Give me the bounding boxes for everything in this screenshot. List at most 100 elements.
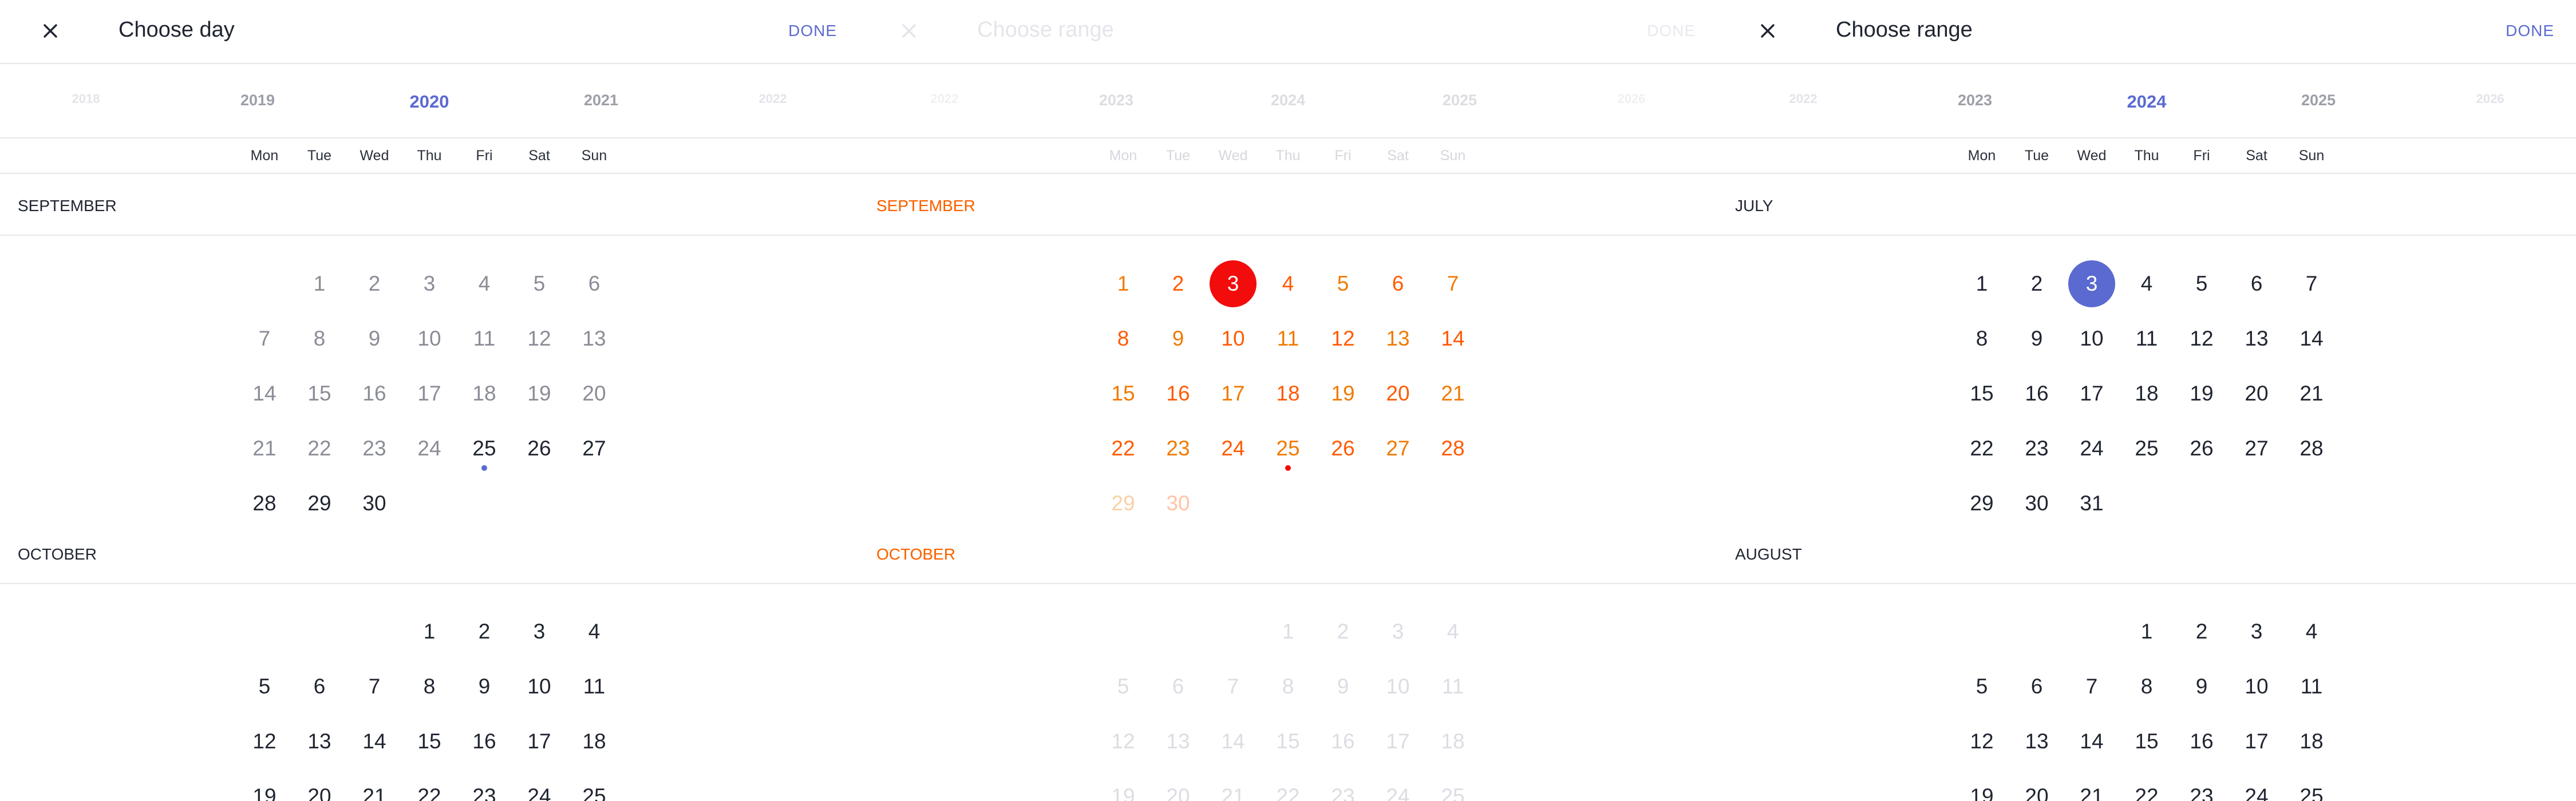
day-cell[interactable]: 12 <box>1317 313 1369 364</box>
day-cell[interactable]: 10 <box>404 313 455 364</box>
day-cell[interactable]: 8 <box>1956 313 2008 364</box>
day-cell[interactable]: 19 <box>1956 771 2008 801</box>
day-cell[interactable]: 8 <box>1262 661 1314 712</box>
day-cell[interactable]: 14 <box>2286 313 2337 364</box>
day-cell[interactable]: 11 <box>459 313 510 364</box>
day-cell[interactable]: 25 <box>2121 423 2172 474</box>
day-cell[interactable]: 23 <box>349 423 400 474</box>
year-option-2022[interactable]: 2022 <box>1757 92 1849 106</box>
day-cell[interactable]: 12 <box>513 313 565 364</box>
day-cell[interactable]: 6 <box>2231 258 2282 310</box>
day-cell[interactable]: 3 <box>1210 260 1257 307</box>
day-cell[interactable]: 22 <box>404 771 455 801</box>
day-cell[interactable]: 22 <box>1097 423 1149 474</box>
day-cell[interactable]: 20 <box>568 368 620 419</box>
day-cell[interactable]: 1 <box>294 258 345 310</box>
day-cell[interactable]: 15 <box>1097 368 1149 419</box>
year-option-2025[interactable]: 2025 <box>1414 92 1506 109</box>
day-cell[interactable]: 18 <box>1427 716 1479 767</box>
day-cell[interactable]: 16 <box>2011 368 2063 419</box>
day-cell[interactable]: 9 <box>2176 661 2227 712</box>
day-cell[interactable]: 10 <box>2231 661 2282 712</box>
day-cell[interactable]: 23 <box>2176 771 2227 801</box>
day-cell[interactable]: 6 <box>1152 661 1204 712</box>
day-cell[interactable]: 25 <box>459 423 510 474</box>
day-cell[interactable]: 4 <box>2121 258 2172 310</box>
day-cell[interactable]: 21 <box>349 771 400 801</box>
year-option-2022[interactable]: 2022 <box>899 92 990 106</box>
year-option-2026[interactable]: 2026 <box>1586 92 1677 106</box>
day-cell[interactable]: 1 <box>2121 606 2172 657</box>
day-cell[interactable]: 8 <box>294 313 345 364</box>
day-cell[interactable]: 22 <box>294 423 345 474</box>
day-cell[interactable]: 16 <box>349 368 400 419</box>
day-cell[interactable]: 21 <box>1207 771 1259 801</box>
day-cell[interactable]: 26 <box>1317 423 1369 474</box>
day-cell[interactable]: 1 <box>1262 606 1314 657</box>
day-cell[interactable]: 25 <box>2286 771 2337 801</box>
day-cell[interactable]: 23 <box>2011 423 2063 474</box>
day-cell[interactable]: 7 <box>1207 661 1259 712</box>
day-cell[interactable]: 14 <box>239 368 290 419</box>
day-cell[interactable]: 29 <box>294 478 345 529</box>
day-cell[interactable]: 4 <box>1262 258 1314 310</box>
year-option-2022[interactable]: 2022 <box>727 92 819 106</box>
day-cell[interactable]: 12 <box>2176 313 2227 364</box>
day-cell[interactable]: 5 <box>2176 258 2227 310</box>
day-cell[interactable]: 19 <box>239 771 290 801</box>
day-cell[interactable]: 2 <box>459 606 510 657</box>
day-cell[interactable]: 2 <box>2176 606 2227 657</box>
day-cell[interactable]: 12 <box>1097 716 1149 767</box>
year-option-2023[interactable]: 2023 <box>1929 92 2021 109</box>
day-cell[interactable]: 28 <box>239 478 290 529</box>
day-cell[interactable]: 21 <box>1427 368 1479 419</box>
year-option-2020[interactable]: 2020 <box>384 92 475 112</box>
day-cell[interactable]: 14 <box>349 716 400 767</box>
day-cell[interactable]: 9 <box>2011 313 2063 364</box>
day-cell[interactable]: 29 <box>1097 478 1149 529</box>
day-cell[interactable]: 20 <box>2011 771 2063 801</box>
day-cell[interactable]: 19 <box>513 368 565 419</box>
day-cell[interactable]: 9 <box>1152 313 1204 364</box>
day-cell[interactable]: 24 <box>513 771 565 801</box>
day-cell[interactable]: 17 <box>513 716 565 767</box>
day-cell[interactable]: 13 <box>294 716 345 767</box>
day-cell[interactable]: 17 <box>1372 716 1424 767</box>
day-cell[interactable]: 1 <box>1097 258 1149 310</box>
day-cell[interactable]: 7 <box>2286 258 2337 310</box>
day-cell[interactable]: 8 <box>2121 661 2172 712</box>
day-cell[interactable]: 24 <box>1207 423 1259 474</box>
day-cell[interactable]: 30 <box>2011 478 2063 529</box>
day-cell[interactable]: 20 <box>294 771 345 801</box>
day-cell[interactable]: 10 <box>513 661 565 712</box>
day-cell[interactable]: 5 <box>513 258 565 310</box>
day-cell[interactable]: 31 <box>2066 478 2117 529</box>
day-cell[interactable]: 15 <box>1262 716 1314 767</box>
day-cell[interactable]: 3 <box>404 258 455 310</box>
year-option-2021[interactable]: 2021 <box>555 92 647 109</box>
day-cell[interactable]: 28 <box>1427 423 1479 474</box>
day-cell[interactable]: 20 <box>2231 368 2282 419</box>
day-cell[interactable]: 13 <box>1152 716 1204 767</box>
done-button[interactable]: DONE <box>788 22 837 40</box>
year-option-2024[interactable]: 2024 <box>1242 92 1334 109</box>
day-cell[interactable]: 27 <box>1372 423 1424 474</box>
day-cell[interactable]: 11 <box>568 661 620 712</box>
day-cell[interactable]: 5 <box>1956 661 2008 712</box>
day-cell[interactable]: 10 <box>1207 313 1259 364</box>
day-cell[interactable]: 8 <box>1097 313 1149 364</box>
day-cell[interactable]: 3 <box>2068 260 2115 307</box>
day-cell[interactable]: 16 <box>1317 716 1369 767</box>
day-cell[interactable]: 26 <box>2176 423 2227 474</box>
day-cell[interactable]: 9 <box>459 661 510 712</box>
day-cell[interactable]: 5 <box>1097 661 1149 712</box>
day-cell[interactable]: 22 <box>1262 771 1314 801</box>
day-cell[interactable]: 30 <box>1152 478 1204 529</box>
day-cell[interactable]: 16 <box>2176 716 2227 767</box>
day-cell[interactable]: 1 <box>1956 258 2008 310</box>
year-option-2026[interactable]: 2026 <box>2444 92 2536 106</box>
day-cell[interactable]: 15 <box>2121 716 2172 767</box>
close-button[interactable] <box>1752 15 1784 47</box>
day-cell[interactable]: 6 <box>294 661 345 712</box>
day-cell[interactable]: 18 <box>1262 368 1314 419</box>
